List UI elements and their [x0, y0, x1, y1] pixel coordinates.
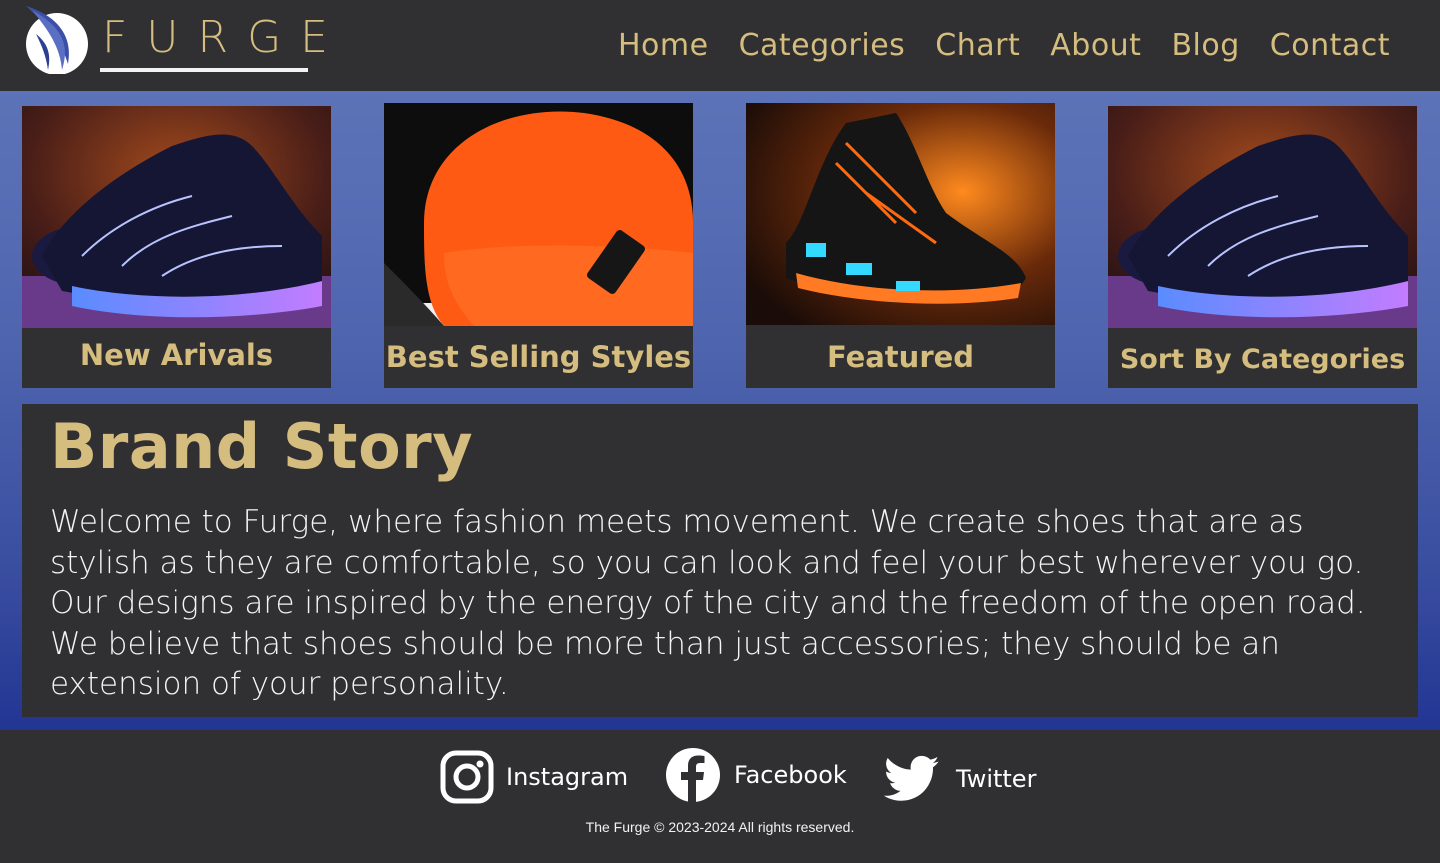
instagram-icon	[440, 750, 494, 804]
glow-sneaker-image	[746, 103, 1055, 325]
social-label: Instagram	[506, 763, 629, 791]
card-label: Sort By Categories	[1119, 344, 1406, 375]
brand-story-text: Welcome to Furge, where fashion meets mo…	[50, 504, 1366, 702]
card-sort-categories[interactable]: Sort By Categories	[1108, 106, 1417, 388]
card-best-selling[interactable]: Best Selling Styles	[384, 103, 693, 388]
site-footer: Instagram Facebook Twitter The Furge © 2…	[0, 730, 1440, 863]
nav-about[interactable]: About	[1050, 28, 1141, 63]
social-instagram[interactable]: Instagram	[440, 750, 628, 804]
nav-chart[interactable]: Chart	[935, 28, 1020, 63]
social-twitter[interactable]: Twitter	[884, 754, 1036, 804]
social-label: Twitter	[956, 765, 1037, 793]
card-new-arrivals[interactable]: New Arivals	[22, 106, 331, 388]
nav-blog[interactable]: Blog	[1171, 28, 1239, 63]
glowing-sneaker-image	[1108, 106, 1417, 328]
main-nav: Home Categories Chart About Blog Contact	[618, 28, 1390, 63]
twitter-icon	[884, 755, 940, 801]
brand-name[interactable]: FURGE	[102, 12, 347, 63]
glowing-sneaker-image	[22, 106, 331, 328]
main-content: New Arivals Best Selling Styles Featured…	[0, 91, 1440, 730]
feather-logo-icon[interactable]	[22, 4, 92, 74]
nav-contact[interactable]: Contact	[1270, 28, 1390, 63]
copyright-text: The Furge © 2023-2024 All rights reserve…	[585, 819, 855, 835]
card-label: Featured	[826, 340, 975, 374]
facebook-icon	[666, 748, 720, 802]
orange-beanie-image	[384, 103, 693, 326]
nav-categories[interactable]: Categories	[739, 28, 906, 63]
site-header: FURGE Home Categories Chart About Blog C…	[0, 0, 1440, 91]
social-label: Facebook	[734, 761, 847, 789]
social-facebook[interactable]: Facebook	[666, 748, 847, 802]
brand-story-title: Brand Story	[50, 410, 474, 483]
brand-story-section: Brand Story Welcome to Furge, where fash…	[22, 404, 1418, 717]
brand-underline	[100, 68, 308, 72]
card-featured[interactable]: Featured	[746, 103, 1055, 388]
nav-home[interactable]: Home	[618, 28, 709, 63]
card-label: Best Selling Styles	[385, 340, 692, 374]
card-label: New Arivals	[79, 338, 274, 372]
